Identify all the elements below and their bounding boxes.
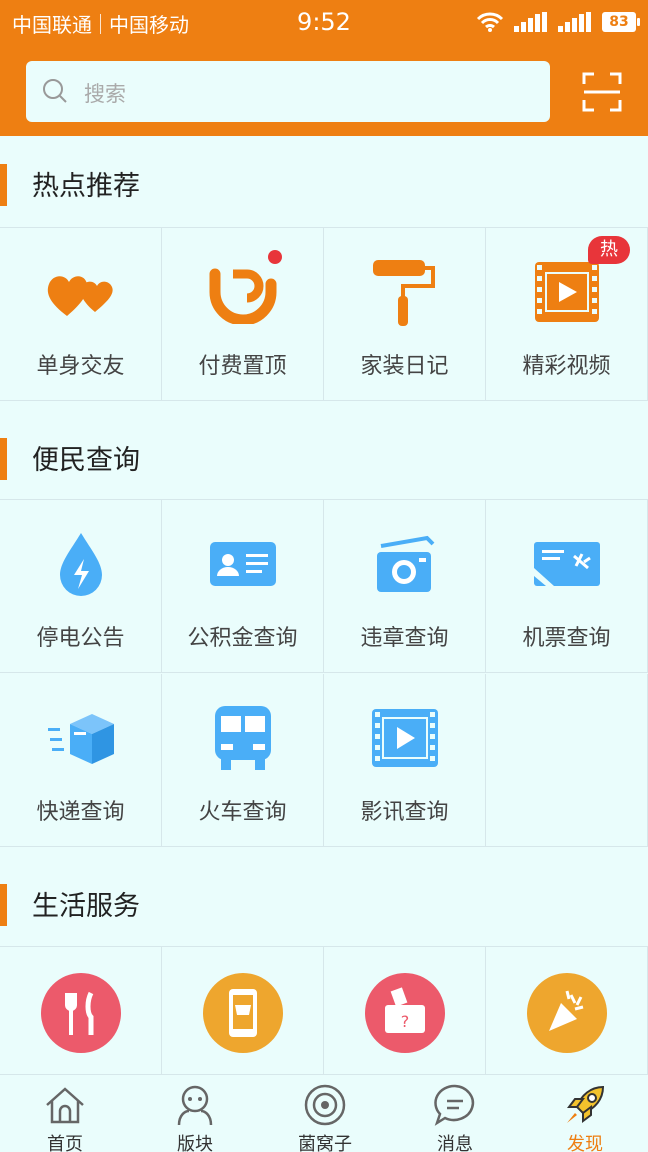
- party-popper-icon: [526, 973, 607, 1053]
- grid-item-flight[interactable]: 机票查询: [486, 500, 648, 673]
- section-title: 生活服务: [32, 891, 140, 922]
- home-icon: [46, 1087, 84, 1124]
- grid-item-label: 快递查询: [36, 800, 125, 825]
- film-icon: [371, 709, 438, 767]
- grid-item-power-outage[interactable]: 停电公告: [0, 500, 162, 673]
- section-utility: 便民查询: [0, 410, 648, 500]
- notification-dot: [268, 250, 282, 264]
- grid-item-label: 家装日记: [360, 354, 449, 379]
- grid-item-train[interactable]: 火车查询: [162, 674, 324, 847]
- bus-icon: [214, 706, 271, 770]
- signal-icon: [514, 12, 547, 32]
- grid-item-pin-top[interactable]: 付费置顶: [162, 228, 324, 401]
- grid-item-label: 付费置顶: [198, 354, 287, 379]
- grid-item-housing-fund[interactable]: 公积金查询: [162, 500, 324, 673]
- planet-icon: [304, 1084, 346, 1126]
- grid-item-traffic-violation[interactable]: 违章查询: [324, 500, 486, 673]
- search-input[interactable]: 搜索: [26, 61, 550, 122]
- section-accent-bar: [0, 884, 7, 926]
- video-film-icon: [534, 262, 599, 322]
- tab-label: 消息: [437, 1134, 473, 1152]
- wifi-icon: [476, 12, 504, 32]
- grid-item-home-decor[interactable]: 家装日记: [324, 228, 486, 401]
- section-life: 生活服务: [0, 856, 648, 946]
- grid-item-label: 违章查询: [360, 626, 449, 651]
- rocket-icon: [567, 1085, 605, 1123]
- tab-community[interactable]: 菌窝子: [260, 1075, 390, 1152]
- scan-icon[interactable]: [582, 72, 622, 112]
- tab-label: 版块: [177, 1134, 213, 1152]
- blocks-icon: [177, 1085, 213, 1126]
- power-drop-icon: [59, 533, 102, 596]
- hot-grid: 单身交友 付费置顶 家装日记 精彩视频 热: [0, 227, 648, 401]
- battery-icon: 83: [602, 12, 640, 32]
- section-accent-bar: [0, 164, 7, 206]
- signal-icon-2: [558, 12, 591, 32]
- hot-badge: 热: [588, 236, 630, 264]
- grid-item-dating[interactable]: 单身交友: [0, 228, 162, 401]
- tab-discover[interactable]: 发现: [520, 1075, 648, 1152]
- search-placeholder: 搜索: [84, 82, 126, 106]
- grid-item-label: 精彩视频: [522, 354, 611, 379]
- tab-home[interactable]: 首页: [0, 1075, 130, 1152]
- grid-item-label: 单身交友: [36, 354, 125, 379]
- grid-item-label: 火车查询: [198, 800, 287, 825]
- grid-item-label: 公积金查询: [187, 626, 298, 651]
- section-title: 热点推荐: [32, 171, 140, 202]
- grid-item-label: 机票查询: [522, 626, 611, 651]
- gift-box-icon: ?: [364, 973, 445, 1053]
- phone-shop-icon: [202, 973, 283, 1053]
- id-card-icon: [209, 542, 276, 586]
- fork-knife-icon: [40, 973, 121, 1053]
- grid-item-label: 影讯查询: [360, 800, 449, 825]
- grid-item-express[interactable]: 快递查询: [0, 674, 162, 847]
- message-icon: [434, 1084, 475, 1126]
- utility-grid: 停电公告 公积金查询 违章查询 机票查询 快递查询 火车查询 影讯查询: [0, 499, 648, 847]
- grid-item-movies[interactable]: 影讯查询: [324, 674, 486, 847]
- bottom-tab-bar: 首页 版块 菌窝子 消息 发现: [0, 1074, 648, 1152]
- camera-icon: [376, 535, 434, 592]
- package-icon: [47, 714, 114, 764]
- status-icons: 83: [476, 12, 640, 32]
- status-bar: 中国联通 中国移动 9:52 83: [0, 0, 648, 46]
- svg-text:?: ?: [400, 1012, 409, 1031]
- pin-top-icon: [209, 268, 276, 324]
- header: 搜索: [0, 46, 648, 136]
- section-hot: 热点推荐: [0, 136, 648, 226]
- tab-blocks[interactable]: 版块: [130, 1075, 260, 1152]
- tab-label: 菌窝子: [298, 1134, 352, 1152]
- paint-roller-icon: [372, 260, 435, 326]
- tab-label: 首页: [47, 1134, 83, 1152]
- tab-messages[interactable]: 消息: [390, 1075, 520, 1152]
- section-title: 便民查询: [32, 445, 140, 476]
- section-accent-bar: [0, 438, 7, 480]
- grid-item-label: 停电公告: [36, 626, 125, 651]
- grid-item-empty: [486, 674, 648, 847]
- search-icon: [43, 79, 67, 103]
- tab-label: 发现: [567, 1134, 603, 1152]
- hearts-icon: [47, 276, 113, 316]
- plane-ticket-icon: [533, 542, 600, 586]
